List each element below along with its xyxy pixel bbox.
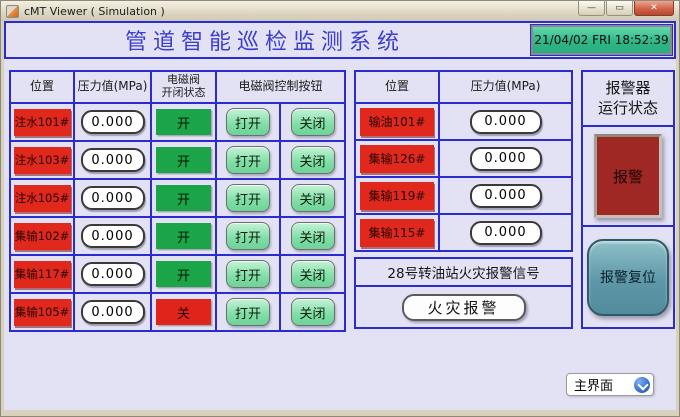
valve-status-lamp: 关: [156, 299, 211, 325]
valve-close-button[interactable]: 关闭: [291, 108, 335, 136]
pressure-value: 0.000: [470, 221, 542, 245]
fire-alarm-title: 28号转油站火灾报警信号: [356, 259, 571, 287]
window-titlebar: cMT Viewer ( Simulation ) — ▭ ✕: [1, 1, 679, 21]
location-badge: 集输102#: [14, 223, 71, 250]
valve-open-button[interactable]: 打开: [226, 298, 270, 326]
datetime-display: 21/04/02 FRI 18:52:39: [531, 25, 672, 55]
location-badge: 注水103#: [14, 147, 71, 174]
table-row: 集输102#: [11, 218, 73, 254]
valve-close-button[interactable]: 关闭: [291, 222, 335, 250]
page-title: 管道智能巡检监测系统: [6, 23, 524, 57]
fire-alarm-box: 28号转油站火灾报警信号 火灾报警: [354, 257, 573, 329]
table-row: 输油101#: [356, 104, 438, 139]
pressure-value: 0.000: [470, 110, 542, 134]
location-badge: 集输119#: [360, 182, 434, 210]
valve-close-button[interactable]: 关闭: [291, 184, 335, 212]
column-header-location: 位置: [11, 72, 73, 102]
valve-control-table: 位置 压力值(MPa) 电磁阀开闭状态 电磁阀控制按钮 注水101# 0.000…: [9, 70, 346, 332]
column-header-location: 位置: [356, 72, 438, 102]
column-header-valve-control: 电磁阀控制按钮: [217, 72, 344, 102]
hmi-screen: 管道智能巡检监测系统 21/04/02 FRI 18:52:39 位置 压力值(…: [4, 21, 676, 410]
valve-status-lamp: 开: [156, 109, 211, 135]
pressure-value: 0.000: [470, 147, 542, 171]
valve-status-lamp: 开: [156, 223, 211, 249]
pressure-monitor-table: 位置 压力值(MPa) 输油101# 0.000 集输126# 0.000 集输…: [354, 70, 573, 252]
valve-status-lamp: 开: [156, 147, 211, 173]
valve-close-button[interactable]: 关闭: [291, 260, 335, 288]
location-badge: 集输105#: [14, 299, 71, 326]
table-row: 注水101#: [11, 104, 73, 140]
minimize-icon[interactable]: —: [578, 1, 605, 16]
table-row: 集输117#: [11, 256, 73, 292]
location-badge: 集输126#: [360, 145, 434, 173]
alarm-indicator-lamp: 报警: [594, 134, 662, 218]
maximize-icon[interactable]: ▭: [606, 1, 633, 16]
valve-status-lamp: 开: [156, 185, 211, 211]
alarm-panel-title: 报警器 运行状态: [583, 72, 673, 127]
location-badge: 注水101#: [14, 109, 71, 136]
pressure-value: 0.000: [81, 148, 145, 172]
table-row: 集输119#: [356, 178, 438, 213]
location-badge: 输油101#: [360, 108, 434, 136]
pressure-value: 0.000: [81, 300, 145, 324]
pressure-value: 0.000: [470, 184, 542, 208]
location-badge: 集输117#: [14, 261, 71, 288]
column-header-pressure: 压力值(MPa): [75, 72, 150, 102]
valve-close-button[interactable]: 关闭: [291, 298, 335, 326]
alarm-status-panel: 报警器 运行状态 报警 报警复位: [581, 70, 675, 329]
location-badge: 注水105#: [14, 185, 71, 212]
pressure-value: 0.000: [81, 110, 145, 134]
table-row: 集输105#: [11, 294, 73, 330]
pressure-value: 0.000: [81, 224, 145, 248]
fire-alarm-button[interactable]: 火灾报警: [402, 294, 526, 321]
pressure-value: 0.000: [81, 262, 145, 286]
pressure-value: 0.000: [81, 186, 145, 210]
app-icon: [6, 5, 19, 18]
valve-open-button[interactable]: 打开: [226, 184, 270, 212]
table-row: 集输115#: [356, 215, 438, 250]
valve-open-button[interactable]: 打开: [226, 260, 270, 288]
app-window: cMT Viewer ( Simulation ) — ▭ ✕ 管道智能巡检监测…: [0, 0, 680, 417]
table-row: 集输126#: [356, 141, 438, 176]
location-badge: 集输115#: [360, 219, 434, 247]
table-row: 注水105#: [11, 180, 73, 216]
close-icon[interactable]: ✕: [634, 1, 674, 16]
valve-status-lamp: 开: [156, 261, 211, 287]
valve-open-button[interactable]: 打开: [226, 222, 270, 250]
page-select-dropdown[interactable]: 主界面: [566, 373, 654, 396]
window-title: cMT Viewer ( Simulation ): [24, 5, 165, 18]
header-band: 管道智能巡检监测系统 21/04/02 FRI 18:52:39: [4, 21, 676, 59]
column-header-valve-status: 电磁阀开闭状态: [152, 72, 215, 102]
column-header-pressure: 压力值(MPa): [440, 72, 571, 102]
alarm-reset-button[interactable]: 报警复位: [587, 239, 669, 316]
valve-close-button[interactable]: 关闭: [291, 146, 335, 174]
table-row: 注水103#: [11, 142, 73, 178]
page-select-value: 主界面: [574, 375, 613, 394]
chevron-down-icon[interactable]: [634, 377, 650, 393]
valve-open-button[interactable]: 打开: [226, 108, 270, 136]
valve-open-button[interactable]: 打开: [226, 146, 270, 174]
